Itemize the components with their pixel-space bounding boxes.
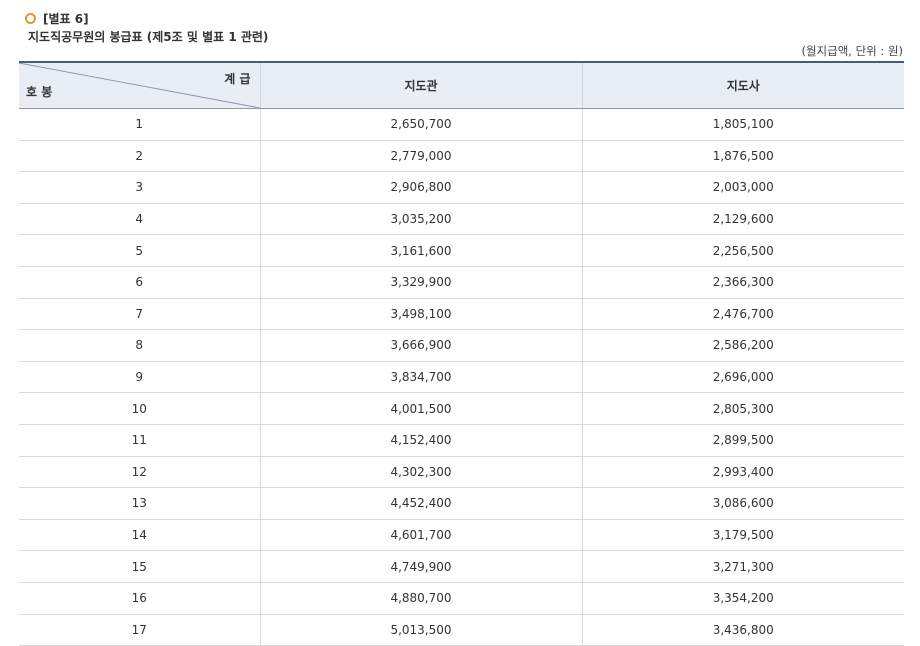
- table-row: 7 3,498,100 2,476,700: [19, 298, 904, 331]
- jidogwan-salary-cell: 3,161,600: [259, 234, 582, 267]
- table-title: 지도직공무원의 봉급표 (제5조 및 별표 1 관련): [28, 30, 269, 44]
- table-row: 5 3,161,600 2,256,500: [19, 234, 904, 267]
- jidosa-salary-cell: 2,256,500: [581, 234, 904, 267]
- jidogwan-salary-cell: 3,666,900: [259, 329, 582, 362]
- step-cell: 4: [19, 203, 260, 236]
- table-row: 10 4,001,500 2,805,300: [19, 392, 904, 425]
- step-cell: 1: [19, 108, 260, 141]
- column-header-jidogwan: 지도관: [259, 62, 582, 109]
- jidosa-salary-cell: 2,586,200: [581, 329, 904, 362]
- pay-scale-table: 계 급 호 봉 지도관 지도사 1 2,650,700 1,805,100 2 2,77…: [19, 61, 904, 646]
- jidosa-salary-cell: 2,129,600: [581, 203, 904, 236]
- step-cell: 13: [19, 487, 260, 520]
- heading-label-row: [별표 6]: [25, 9, 268, 27]
- jidosa-salary-cell: 3,179,500: [581, 519, 904, 552]
- jidogwan-salary-cell: 4,001,500: [259, 392, 582, 425]
- rank-header-label: 계 급: [224, 72, 251, 86]
- jidosa-salary-cell: 2,899,500: [581, 424, 904, 457]
- jidosa-salary-cell: 3,271,300: [581, 550, 904, 583]
- step-cell: 8: [19, 329, 260, 362]
- jidosa-salary-cell: 3,354,200: [581, 582, 904, 615]
- table-row: 8 3,666,900 2,586,200: [19, 329, 904, 362]
- step-cell: 6: [19, 266, 260, 299]
- jidogwan-salary-cell: 4,152,400: [259, 424, 582, 457]
- jidosa-salary-cell: 2,476,700: [581, 298, 904, 331]
- table-heading: [별표 6] 지도직공무원의 봉급표 (제5조 및 별표 1 관련): [25, 9, 268, 45]
- jidosa-salary-cell: 1,805,100: [581, 108, 904, 141]
- table-row: 11 4,152,400 2,899,500: [19, 424, 904, 457]
- step-cell: 11: [19, 424, 260, 457]
- table-row: 13 4,452,400 3,086,600: [19, 487, 904, 520]
- step-cell: 17: [19, 614, 260, 646]
- table-row: 12 4,302,300 2,993,400: [19, 456, 904, 489]
- step-cell: 10: [19, 392, 260, 425]
- table-header-row: 계 급 호 봉 지도관 지도사: [19, 62, 904, 109]
- jidogwan-salary-cell: 3,035,200: [259, 203, 582, 236]
- table-row: 2 2,779,000 1,876,500: [19, 140, 904, 173]
- jidosa-salary-cell: 2,696,000: [581, 361, 904, 394]
- jidosa-salary-cell: 3,436,800: [581, 614, 904, 646]
- table-row: 14 4,601,700 3,179,500: [19, 519, 904, 552]
- ring-bullet-icon: [25, 12, 36, 24]
- jidogwan-salary-cell: 3,834,700: [259, 361, 582, 394]
- step-cell: 5: [19, 234, 260, 267]
- jidosa-salary-cell: 1,876,500: [581, 140, 904, 173]
- jidogwan-salary-cell: 4,749,900: [259, 550, 582, 583]
- table-row: 6 3,329,900 2,366,300: [19, 266, 904, 299]
- step-cell: 15: [19, 550, 260, 583]
- table-row: 15 4,749,900 3,271,300: [19, 550, 904, 583]
- jidogwan-salary-cell: 2,779,000: [259, 140, 582, 173]
- jidosa-salary-cell: 2,993,400: [581, 456, 904, 489]
- table-row: 16 4,880,700 3,354,200: [19, 582, 904, 615]
- jidogwan-salary-cell: 3,329,900: [259, 266, 582, 299]
- corner-header-cell: 계 급 호 봉: [19, 62, 260, 109]
- jidogwan-salary-cell: 4,302,300: [259, 456, 582, 489]
- jidogwan-salary-cell: 2,906,800: [259, 171, 582, 204]
- jidogwan-salary-cell: 3,498,100: [259, 298, 582, 331]
- step-cell: 12: [19, 456, 260, 489]
- table-row: 17 5,013,500 3,436,800: [19, 614, 904, 646]
- step-cell: 2: [19, 140, 260, 173]
- appendix-label: [별표 6]: [43, 11, 89, 26]
- jidogwan-salary-cell: 4,880,700: [259, 582, 582, 615]
- step-cell: 3: [19, 171, 260, 204]
- jidogwan-salary-cell: 4,452,400: [259, 487, 582, 520]
- table-row: 1 2,650,700 1,805,100: [19, 108, 904, 141]
- jidosa-salary-cell: 2,805,300: [581, 392, 904, 425]
- step-cell: 9: [19, 361, 260, 394]
- column-header-jidosa: 지도사: [581, 62, 904, 109]
- table-row: 4 3,035,200 2,129,600: [19, 203, 904, 236]
- step-header-label: 호 봉: [26, 85, 53, 99]
- step-cell: 14: [19, 519, 260, 552]
- step-cell: 16: [19, 582, 260, 615]
- table-row: 3 2,906,800 2,003,000: [19, 171, 904, 204]
- table-row: 9 3,834,700 2,696,000: [19, 361, 904, 394]
- jidosa-salary-cell: 3,086,600: [581, 487, 904, 520]
- step-cell: 7: [19, 298, 260, 331]
- jidogwan-salary-cell: 4,601,700: [259, 519, 582, 552]
- jidosa-salary-cell: 2,366,300: [581, 266, 904, 299]
- jidogwan-salary-cell: 5,013,500: [259, 614, 582, 646]
- jidogwan-salary-cell: 2,650,700: [259, 108, 582, 141]
- unit-note: (월지급액, 단위 : 원): [801, 44, 903, 58]
- jidosa-salary-cell: 2,003,000: [581, 171, 904, 204]
